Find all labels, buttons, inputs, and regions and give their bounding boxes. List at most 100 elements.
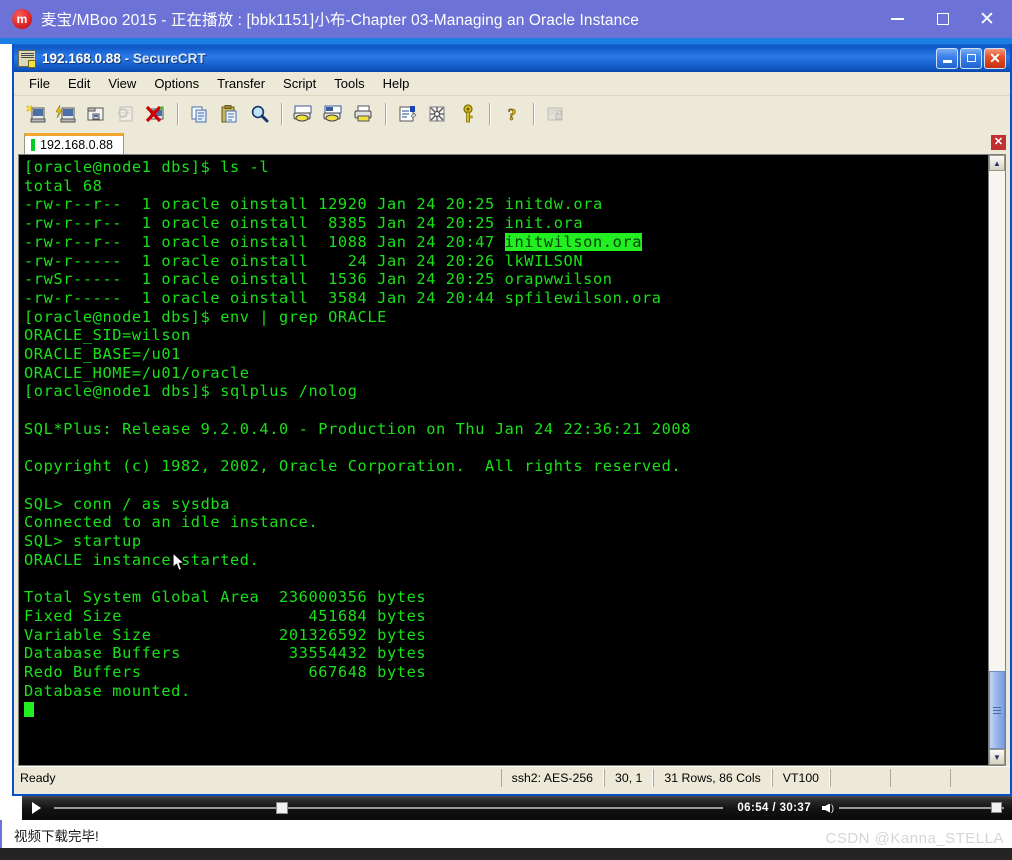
- tab-close-button[interactable]: ✕: [991, 135, 1006, 150]
- lock-icon: [547, 107, 563, 121]
- paste-icon: [221, 105, 237, 123]
- securecrt-close-button[interactable]: ✕: [984, 47, 1006, 69]
- securecrt-title-host: 192.168.0.88: [42, 50, 121, 66]
- seek-knob[interactable]: [275, 802, 288, 814]
- toolbar: ?: [14, 96, 1010, 132]
- toolbar-separator: [281, 103, 283, 125]
- player-logo-icon: m: [12, 9, 32, 29]
- volume-knob[interactable]: [991, 802, 1002, 813]
- quick-connect-icon: [55, 104, 76, 123]
- connection-status-icon: [31, 139, 35, 151]
- player-close-button[interactable]: ✕: [966, 0, 1012, 38]
- terminal-line: Fixed Size 451684 bytes: [24, 606, 427, 625]
- scroll-down-button[interactable]: ▼: [989, 749, 1005, 765]
- securecrt-restore-button[interactable]: [960, 47, 982, 69]
- print-icon: [293, 105, 312, 122]
- play-button[interactable]: [22, 796, 50, 820]
- mute-button[interactable]: ): [817, 803, 839, 813]
- toolbar-connect-in-tab-button[interactable]: [82, 100, 110, 128]
- connect-icon: [26, 105, 46, 123]
- menu-item-edit[interactable]: Edit: [59, 74, 99, 93]
- toolbar-clone-session-button[interactable]: [112, 100, 140, 128]
- terminal-line: Copyright (c) 1982, 2002, Oracle Corpora…: [24, 457, 682, 476]
- seek-track: [54, 807, 724, 809]
- terminal-line: [oracle@node1 dbs]$ env | grep ORACLE: [24, 307, 387, 326]
- terminal-line: SQL> conn / as sysdba: [24, 494, 230, 513]
- player-minimize-button[interactable]: [874, 0, 920, 38]
- toolbar-disconnect-button[interactable]: [142, 100, 170, 128]
- securecrt-minimize-button[interactable]: [936, 47, 958, 69]
- terminal-line: -rwSr----- 1 oracle oinstall 1536 Jan 24…: [24, 270, 613, 289]
- terminal-line: Total System Global Area 236000356 bytes: [24, 588, 427, 607]
- find-icon: [251, 105, 269, 123]
- print-screen-icon: [354, 105, 372, 122]
- toolbar-print-selection-button[interactable]: [320, 100, 348, 128]
- tab-strip: 192.168.0.88 ✕: [14, 132, 1010, 154]
- terminal-line: Variable Size 201326592 bytes: [24, 625, 427, 644]
- toolbar-lock-button[interactable]: [542, 100, 570, 128]
- minimize-icon: [942, 59, 952, 63]
- toolbar-separator: [533, 103, 535, 125]
- toolbar-help-button[interactable]: ?: [498, 100, 526, 128]
- terminal-block-cursor: [24, 702, 34, 718]
- speaker-icon: [822, 803, 830, 813]
- terminal-line: Redo Buffers 667648 bytes: [24, 662, 427, 681]
- session-options-icon: [399, 106, 417, 122]
- volume-track: [839, 807, 1004, 809]
- toolbar-print-screen-button[interactable]: [350, 100, 378, 128]
- scrollbar-track[interactable]: [989, 171, 1005, 749]
- terminal-area: [oracle@node1 dbs]$ ls -l total 68 -rw-r--…: [18, 154, 1006, 766]
- terminal-scrollbar[interactable]: ▲ ▼: [988, 155, 1005, 765]
- scrollbar-grip-icon: [993, 706, 1001, 714]
- scroll-up-button[interactable]: ▲: [989, 155, 1005, 171]
- bottom-bar: [0, 848, 1012, 860]
- menu-item-script[interactable]: Script: [274, 74, 325, 93]
- status-cursor-position: 30, 1: [604, 768, 654, 787]
- clone-session-icon: [118, 106, 133, 122]
- terminal-line: ORACLE_BASE=/u01: [24, 345, 181, 364]
- status-filler: [890, 768, 950, 787]
- terminal-line: -rw-r----- 1 oracle oinstall 3584 Jan 24…: [24, 288, 662, 307]
- menu-item-options[interactable]: Options: [145, 74, 208, 93]
- toolbar-separator: [489, 103, 491, 125]
- mouse-cursor-icon: [172, 552, 185, 571]
- tab-label: 192.168.0.88: [40, 138, 113, 152]
- menu-item-transfer[interactable]: Transfer: [208, 74, 274, 93]
- global-options-icon: [429, 106, 445, 122]
- toolbar-key-button[interactable]: [454, 100, 482, 128]
- terminal-line: [oracle@node1 dbs]$ ls -l: [24, 158, 270, 176]
- media-control-bar: 06:54 / 30:37 ): [22, 796, 1012, 820]
- securecrt-titlebar: 192.168.0.88 - SecureCRT ✕: [14, 44, 1010, 72]
- toolbar-paste-button[interactable]: [216, 100, 244, 128]
- terminal-line-text: -rw-r--r-- 1 oracle oinstall 1088 Jan 24…: [24, 232, 505, 251]
- menu-item-tools[interactable]: Tools: [325, 74, 373, 93]
- terminal-line: -rw-r--r-- 1 oracle oinstall 12920 Jan 2…: [24, 195, 603, 214]
- toolbar-global-options-button[interactable]: [424, 100, 452, 128]
- menu-item-file[interactable]: File: [20, 74, 59, 93]
- toolbar-find-button[interactable]: [246, 100, 274, 128]
- seek-slider[interactable]: [54, 796, 724, 820]
- help-icon: ?: [507, 105, 516, 124]
- securecrt-title-suffix: - SecureCRT: [120, 50, 206, 66]
- terminal-output[interactable]: [oracle@node1 dbs]$ ls -l total 68 -rw-r--…: [19, 155, 988, 765]
- speaker-waves-icon: ): [831, 803, 834, 813]
- menu-item-help[interactable]: Help: [374, 74, 419, 93]
- restore-icon: [966, 54, 976, 62]
- toolbar-print-button[interactable]: [290, 100, 318, 128]
- toolbar-separator: [385, 103, 387, 125]
- volume-slider[interactable]: [839, 796, 1004, 820]
- toolbar-session-options-button[interactable]: [394, 100, 422, 128]
- player-maximize-button[interactable]: [920, 0, 966, 38]
- toolbar-connect-button[interactable]: [22, 100, 50, 128]
- status-ready: Ready: [20, 770, 56, 785]
- player-window-buttons: ✕: [874, 0, 1012, 38]
- scrollbar-thumb[interactable]: [989, 671, 1005, 749]
- toolbar-copy-button[interactable]: [186, 100, 214, 128]
- tab-192-168-0-88[interactable]: 192.168.0.88: [24, 133, 124, 154]
- menu-item-view[interactable]: View: [99, 74, 145, 93]
- toolbar-quick-connect-button[interactable]: [52, 100, 80, 128]
- close-icon: ✕: [989, 49, 1001, 66]
- time-display: 06:54 / 30:37: [737, 802, 811, 814]
- disconnect-icon: [145, 105, 164, 123]
